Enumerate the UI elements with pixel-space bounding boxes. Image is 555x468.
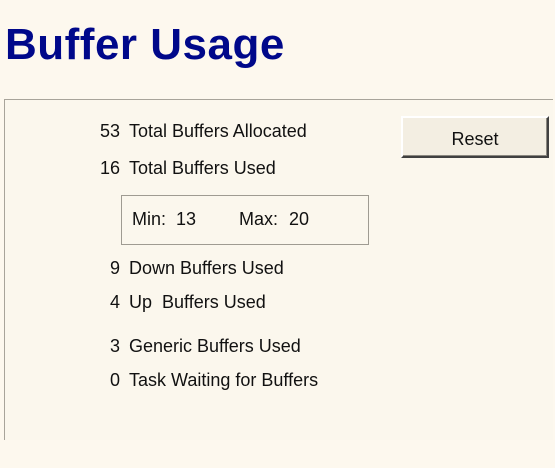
stat-label: Task Waiting for Buffers xyxy=(129,370,319,390)
reset-button[interactable]: Reset xyxy=(401,116,549,158)
stat-value: 9 xyxy=(109,258,120,278)
buffer-usage-window: Buffer Usage 53 Total Buffers Allocated … xyxy=(0,0,555,468)
stat-value: 3 xyxy=(109,336,120,356)
min-max-box: Min: 13 Max: 20 xyxy=(121,195,369,245)
stat-value: 0 xyxy=(109,370,120,390)
stat-value: 16 xyxy=(99,158,120,178)
stat-label: Down Buffers Used xyxy=(129,258,284,278)
max-value: 20 xyxy=(289,209,310,229)
stat-value: 4 xyxy=(109,292,120,312)
stat-label: Total Buffers Used xyxy=(129,158,276,178)
min-label: Min: xyxy=(132,209,167,229)
max-label: Max: xyxy=(239,209,279,229)
stat-value: 53 xyxy=(99,121,120,141)
min-value: 13 xyxy=(176,209,197,229)
stat-label: Up Buffers Used xyxy=(129,292,266,312)
stat-label: Generic Buffers Used xyxy=(129,336,301,356)
stat-label: Total Buffers Allocated xyxy=(129,121,307,141)
page-title: Buffer Usage xyxy=(5,20,285,69)
